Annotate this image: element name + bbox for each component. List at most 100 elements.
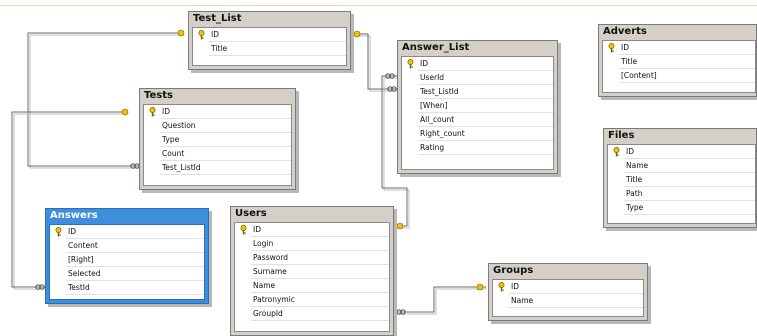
key-icon (198, 30, 205, 40)
column-row[interactable]: [Content] (603, 69, 755, 83)
column-name: ID (253, 225, 261, 234)
column-row[interactable]: ID (603, 41, 755, 55)
column-list: ID Name Title Path Type (607, 144, 756, 224)
table-title: Groups (493, 265, 534, 276)
column-name: Type (162, 135, 180, 144)
column-row[interactable]: Content (50, 239, 204, 253)
key-icon (613, 147, 620, 157)
column-name: ID (68, 227, 76, 236)
column-name: ID (621, 43, 629, 52)
column-row[interactable]: Name (608, 159, 755, 173)
column-name: Title (621, 57, 638, 66)
column-name: ID (511, 282, 519, 291)
column-row[interactable]: ID (608, 145, 755, 159)
column-row[interactable]: Count (144, 147, 291, 161)
column-row[interactable]: Question (144, 119, 291, 133)
column-row[interactable]: Rating (402, 141, 553, 155)
column-list: ID Name (492, 279, 644, 317)
rel-answer-list-test-list[interactable] (351, 30, 397, 92)
column-list: ID Title [Content] (602, 40, 756, 93)
column-row[interactable]: Path (608, 187, 755, 201)
column-row[interactable]: UserId (402, 71, 553, 85)
key-icon (407, 59, 414, 69)
column-name: [When] (420, 101, 448, 110)
table-tests[interactable]: Tests ID Question Type Count Test_ListId (139, 88, 296, 190)
row-divider (624, 214, 755, 215)
column-row[interactable]: [When] (402, 99, 553, 113)
column-row[interactable]: Login (235, 237, 389, 251)
column-row[interactable]: ID (402, 57, 553, 71)
row-divider (251, 320, 389, 321)
table-adverts[interactable]: Adverts ID Title [Content] (598, 24, 757, 97)
column-row[interactable]: ID (493, 280, 643, 294)
key-icon (498, 282, 505, 292)
column-name: UserId (420, 73, 445, 82)
column-name: ID (211, 30, 219, 39)
rel-users-groups[interactable] (394, 283, 486, 315)
row-divider (209, 55, 346, 56)
column-row[interactable]: Type (608, 201, 755, 215)
column-row[interactable]: Right_count (402, 127, 553, 141)
column-name: Test_ListId (162, 163, 201, 172)
column-name: Selected (68, 269, 101, 278)
column-name: Question (162, 121, 196, 130)
column-row[interactable]: Type (144, 133, 291, 147)
column-row[interactable]: Selected (50, 267, 204, 281)
row-divider (66, 294, 204, 295)
key-icon (608, 43, 615, 53)
column-name: ID (626, 147, 634, 156)
table-answer-list[interactable]: Answer_List ID UserId Test_ListId [When]… (397, 40, 558, 174)
table-title: Files (608, 130, 635, 141)
column-name: Patronymic (253, 295, 295, 304)
column-name: GroupId (253, 309, 283, 318)
table-title: Answers (50, 210, 98, 221)
column-row[interactable]: Title (193, 42, 346, 56)
table-title: Test_List (193, 13, 242, 24)
column-row[interactable]: Name (235, 279, 389, 293)
column-name: Path (626, 189, 643, 198)
column-name: Name (626, 161, 649, 170)
column-name: Type (626, 203, 644, 212)
table-title: Answer_List (402, 42, 470, 53)
column-row[interactable]: [Right] (50, 253, 204, 267)
column-row[interactable]: Name (493, 294, 643, 308)
one-end-key-icon (396, 222, 404, 230)
column-row[interactable]: Patronymic (235, 293, 389, 307)
table-users[interactable]: Users ID Login Password Surname Name Pat… (230, 206, 394, 336)
column-row[interactable]: ID (50, 225, 204, 239)
table-files[interactable]: Files ID Name Title Path Type (603, 128, 757, 228)
key-icon (149, 107, 156, 117)
column-row[interactable]: Title (603, 55, 755, 69)
column-name: ID (162, 107, 170, 116)
one-end-key-icon (177, 29, 185, 37)
column-row[interactable]: Surname (235, 265, 389, 279)
column-row[interactable]: Password (235, 251, 389, 265)
table-title: Tests (144, 90, 173, 101)
column-list: ID Login Password Surname Name Patronymi… (234, 222, 390, 332)
column-row[interactable]: Title (608, 173, 755, 187)
column-row[interactable]: Test_ListId (144, 161, 291, 175)
column-row[interactable]: ID (144, 105, 291, 119)
column-row[interactable]: GroupId (235, 307, 389, 321)
table-groups[interactable]: Groups ID Name (488, 263, 648, 321)
column-row[interactable]: ID (193, 28, 346, 42)
column-row[interactable]: All_count (402, 113, 553, 127)
column-name: Content (68, 241, 98, 250)
row-divider (160, 174, 291, 175)
table-test-list[interactable]: Test_List ID Title (188, 11, 351, 70)
table-answers[interactable]: Answers ID Content [Right] Selected Test… (45, 208, 209, 304)
column-row[interactable]: ID (235, 223, 389, 237)
column-name: Name (253, 281, 276, 290)
row-divider (619, 82, 755, 83)
column-list: ID Content [Right] Selected TestId (49, 224, 205, 300)
one-end-key-icon (476, 283, 484, 291)
column-row[interactable]: TestId (50, 281, 204, 295)
column-list: ID Title (192, 27, 347, 66)
column-name: Rating (420, 143, 445, 152)
column-name: Password (253, 253, 289, 262)
row-divider (418, 154, 553, 155)
column-row[interactable]: Test_ListId (402, 85, 553, 99)
table-title: Adverts (603, 26, 647, 37)
column-name: Name (511, 296, 534, 305)
column-list: ID Question Type Count Test_ListId (143, 104, 292, 186)
